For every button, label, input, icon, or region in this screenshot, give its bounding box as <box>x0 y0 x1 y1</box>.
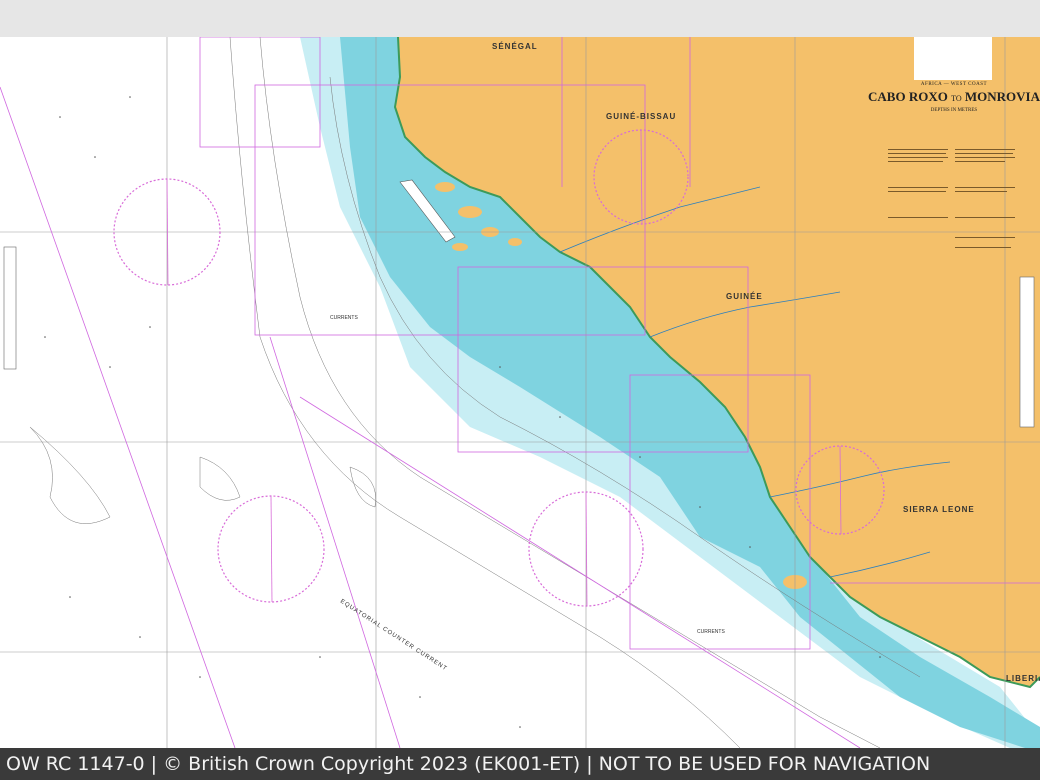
island <box>452 243 468 251</box>
nautical-chart[interactable]: CURRENTS CURRENTS EQUATORIAL COUNTER CUR… <box>0 37 1040 748</box>
chart-title-block: AFRICA — WEST COAST CABO ROXO TO MONROVI… <box>868 82 1040 113</box>
copyright-footer: OW RC 1147-0 | © British Crown Copyright… <box>0 748 1040 780</box>
island <box>508 238 522 246</box>
country-label-guinea-bissau: GUINÉ-BISSAU <box>606 112 677 121</box>
current-label-2: CURRENTS <box>697 629 725 635</box>
chart-region: AFRICA — WEST COAST <box>920 82 988 87</box>
chart-title-to: TO <box>951 94 962 103</box>
latitude-scale-left <box>3 246 17 370</box>
island <box>435 182 455 192</box>
chart-depths-note: DEPTHS IN METRES <box>930 108 978 113</box>
counter-current-label: EQUATORIAL COUNTER CURRENT <box>339 599 448 673</box>
country-label-senegal: SÉNÉGAL <box>492 42 538 51</box>
chart-title-start: CABO ROXO <box>868 89 948 104</box>
latitude-scale-right <box>1019 276 1035 428</box>
current-label-1: CURRENTS <box>330 315 358 321</box>
chart-drawing: CURRENTS CURRENTS EQUATORIAL COUNTER CUR… <box>0 37 1040 748</box>
country-label-liberia: LIBERIA <box>1006 674 1040 683</box>
country-label-guinea: GUINÉE <box>726 292 763 301</box>
chart-title: CABO ROXO TO MONROVIA <box>868 89 1040 105</box>
country-label-sierra-leone: SIERRA LEONE <box>903 505 975 514</box>
island <box>458 206 482 218</box>
chart-title-end: MONROVIA <box>964 89 1040 104</box>
chart-number-box <box>914 37 992 80</box>
top-bar <box>0 0 1040 38</box>
